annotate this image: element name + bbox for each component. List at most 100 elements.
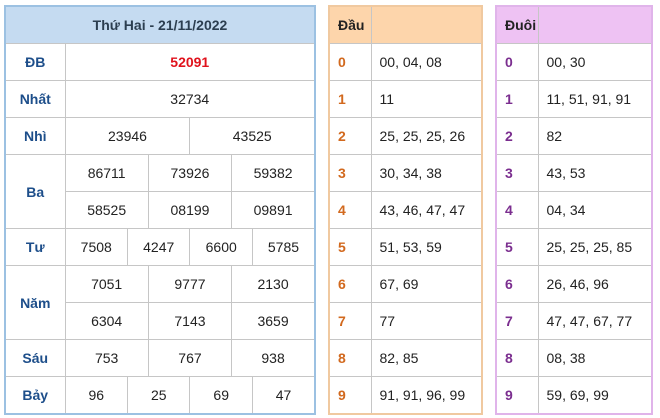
prize-value-nam: 3659 (231, 302, 316, 340)
prize-value-nhat: 32734 (64, 80, 316, 118)
prize-value-nam: 7051 (64, 265, 149, 303)
prize-value-ba: 09891 (231, 191, 316, 229)
dau-digit: 5 (328, 228, 372, 266)
dau-values: 00, 04, 08 (370, 43, 483, 81)
dau-header-blank (370, 5, 483, 44)
dau-row: 5 51, 53, 59 (328, 228, 483, 266)
prize-value-sau: 767 (147, 339, 233, 377)
results-title: Thứ Hai - 21/11/2022 (4, 5, 316, 44)
prize-value-nam: 2130 (231, 265, 316, 303)
duoi-row: 7 47, 47, 67, 77 (495, 302, 653, 340)
dau-values: 82, 85 (370, 339, 483, 377)
duoi-row: 1 11, 51, 91, 91 (495, 80, 653, 118)
dau-row: 3 30, 34, 38 (328, 154, 483, 192)
dau-digit: 8 (328, 339, 372, 377)
duoi-values: 00, 30 (537, 43, 653, 81)
prize-label-ba: Ba (4, 154, 66, 229)
dau-values: 25, 25, 25, 26 (370, 117, 483, 155)
prize-value-nhi: 23946 (64, 117, 191, 155)
duoi-digit: 2 (495, 117, 539, 155)
prize-value-bay: 96 (64, 376, 128, 415)
dau-digit: 0 (328, 43, 372, 81)
prize-value-ba: 59382 (231, 154, 316, 192)
duoi-digit: 7 (495, 302, 539, 340)
dau-values: 51, 53, 59 (370, 228, 483, 266)
dau-values: 30, 34, 38 (370, 154, 483, 192)
duoi-header-row: Đuôi (495, 5, 653, 44)
prize-label-nhat: Nhất (4, 80, 66, 118)
prize-value-tu: 6600 (189, 228, 253, 266)
duoi-row: 9 59, 69, 99 (495, 376, 653, 415)
duoi-digit: 6 (495, 265, 539, 303)
prize-value-nhi: 43525 (189, 117, 316, 155)
prize-value-sau: 938 (231, 339, 316, 377)
prize-label-tu: Tư (4, 228, 66, 266)
dau-table: Đầu 0 00, 04, 08 1 11 2 25, 25, 25, 26 3 30, 34… (328, 5, 483, 415)
prize-value-sau: 753 (64, 339, 149, 377)
prize-row-nhat: Nhất 32734 (4, 80, 316, 118)
dau-row: 9 91, 91, 96, 99 (328, 376, 483, 415)
duoi-table: Đuôi 0 00, 30 1 11, 51, 91, 91 2 82 3 43, 53 4 04… (495, 5, 653, 415)
dau-values: 43, 46, 47, 47 (370, 191, 483, 229)
duoi-values: 59, 69, 99 (537, 376, 653, 415)
duoi-values: 82 (537, 117, 653, 155)
dau-row: 7 77 (328, 302, 483, 340)
dau-row: 4 43, 46, 47, 47 (328, 191, 483, 229)
duoi-digit: 3 (495, 154, 539, 192)
prize-row-ba-1: Ba 86711 73926 59382 (4, 154, 316, 229)
prize-value-ba: 08199 (147, 191, 233, 229)
dau-row: 2 25, 25, 25, 26 (328, 117, 483, 155)
duoi-digit: 9 (495, 376, 539, 415)
duoi-digit: 5 (495, 228, 539, 266)
duoi-values: 43, 53 (537, 154, 653, 192)
duoi-row: 8 08, 38 (495, 339, 653, 377)
duoi-values: 25, 25, 25, 85 (537, 228, 653, 266)
duoi-row: 5 25, 25, 25, 85 (495, 228, 653, 266)
prize-label-nhi: Nhì (4, 117, 66, 155)
results-table: Thứ Hai - 21/11/2022 ĐB 52091 Nhất 32734… (4, 5, 316, 415)
duoi-row: 3 43, 53 (495, 154, 653, 192)
prize-label-db: ĐB (4, 43, 66, 81)
duoi-row: 6 26, 46, 96 (495, 265, 653, 303)
duoi-row: 2 82 (495, 117, 653, 155)
dau-row: 8 82, 85 (328, 339, 483, 377)
duoi-row: 4 04, 34 (495, 191, 653, 229)
dau-digit: 6 (328, 265, 372, 303)
dau-digit: 3 (328, 154, 372, 192)
duoi-values: 47, 47, 67, 77 (537, 302, 653, 340)
prize-value-nam: 7143 (147, 302, 233, 340)
prize-value-bay: 47 (251, 376, 316, 415)
dau-header-row: Đầu (328, 5, 483, 44)
dau-values: 91, 91, 96, 99 (370, 376, 483, 415)
prize-value-ba: 86711 (64, 154, 149, 192)
duoi-digit: 0 (495, 43, 539, 81)
prize-value-bay: 25 (126, 376, 191, 415)
results-header-row: Thứ Hai - 21/11/2022 (4, 5, 316, 44)
prize-value-ba: 73926 (147, 154, 233, 192)
dau-digit: 9 (328, 376, 372, 415)
prize-row-sau: Sáu 753 767 938 (4, 339, 316, 377)
dau-values: 67, 69 (370, 265, 483, 303)
dau-digit: 1 (328, 80, 372, 118)
duoi-values: 04, 34 (537, 191, 653, 229)
dau-row: 0 00, 04, 08 (328, 43, 483, 81)
prize-row-tu: Tư 7508 4247 6600 5785 (4, 228, 316, 266)
prize-row-db: ĐB 52091 (4, 43, 316, 81)
prize-value-bay: 69 (189, 376, 253, 415)
duoi-values: 08, 38 (537, 339, 653, 377)
duoi-values: 26, 46, 96 (537, 265, 653, 303)
duoi-digit: 8 (495, 339, 539, 377)
dau-digit: 7 (328, 302, 372, 340)
duoi-values: 11, 51, 91, 91 (537, 80, 653, 118)
dau-values: 11 (370, 80, 483, 118)
prize-value-ba: 58525 (64, 191, 149, 229)
prize-value-db: 52091 (64, 43, 316, 81)
prize-row-nam-1: Năm 7051 9777 2130 (4, 265, 316, 340)
prize-row-nhi: Nhì 23946 43525 (4, 117, 316, 155)
dau-row: 1 11 (328, 80, 483, 118)
duoi-header: Đuôi (495, 5, 539, 44)
prize-value-nam: 9777 (147, 265, 233, 303)
duoi-digit: 1 (495, 80, 539, 118)
duoi-digit: 4 (495, 191, 539, 229)
prize-value-tu: 4247 (126, 228, 191, 266)
